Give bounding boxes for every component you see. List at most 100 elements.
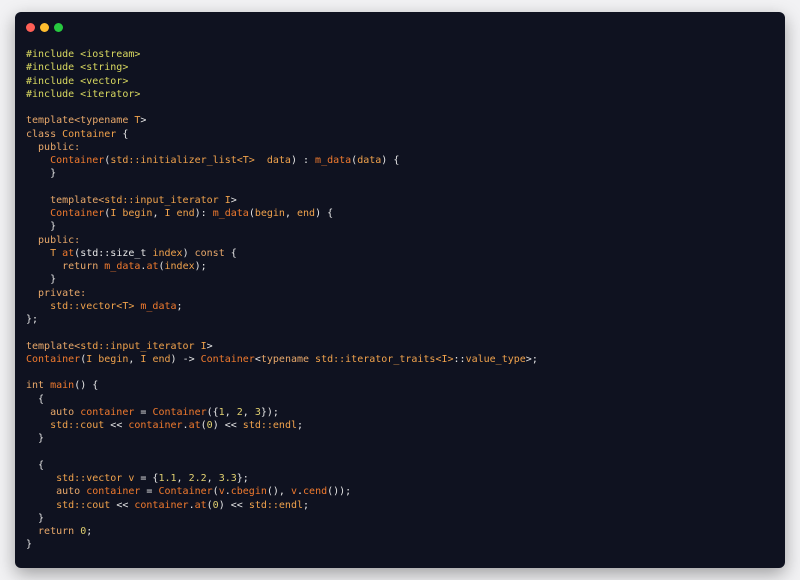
- code-token: ,: [224, 406, 237, 418]
- code-line: }: [26, 512, 775, 525]
- code-token: cend: [303, 486, 328, 498]
- code-line: std::vector<T> m_data;: [26, 300, 775, 313]
- code-token: std::initializer_list<T>: [110, 155, 255, 166]
- code-token: std::vector<T>: [26, 300, 141, 312]
- code-token: ,: [206, 473, 219, 484]
- code-line: #include <string>: [26, 61, 775, 74]
- code-line: }: [26, 273, 775, 286]
- code-editor[interactable]: #include <iostream> #include <string> #inc…: [26, 48, 775, 552]
- code-token: ,: [152, 208, 165, 219]
- code-token: ;: [296, 420, 304, 431]
- code-token: std::endl: [242, 420, 297, 431]
- code-token: ,: [242, 406, 255, 418]
- code-line: std::vector v = {1.1, 2.2, 3.3};: [26, 472, 775, 485]
- code-token: }: [26, 539, 33, 551]
- code-line: }: [26, 220, 775, 233]
- code-token: end: [297, 208, 316, 219]
- code-token: }: [26, 168, 57, 180]
- code-token: ) :: [290, 155, 316, 166]
- code-token: Container: [158, 486, 213, 498]
- code-token: public:: [26, 234, 81, 246]
- code-line: Container(std::initializer_list<T> data)…: [26, 154, 775, 167]
- code-token: = {: [134, 473, 159, 484]
- code-token: }: [26, 221, 57, 233]
- code-token: Container: [200, 353, 255, 365]
- code-token: auto: [26, 486, 87, 498]
- code-token: T: [26, 247, 63, 259]
- code-token: (),: [266, 486, 291, 498]
- code-token: public:: [26, 141, 81, 153]
- code-line: return 0;: [26, 525, 775, 538]
- code-token: ({: [206, 406, 219, 418]
- code-token: =: [140, 486, 159, 498]
- code-token: >: [206, 340, 213, 352]
- code-token: std::endl: [248, 499, 303, 511]
- code-token: Container: [26, 353, 81, 365]
- code-token: #include <iterator>: [26, 88, 141, 100]
- code-line: }: [26, 538, 775, 551]
- code-line: };: [26, 313, 775, 326]
- code-token: #include <vector>: [26, 75, 129, 87]
- code-token: {: [224, 247, 237, 259]
- code-token: template<typename: [26, 115, 135, 127]
- code-line: int main() {: [26, 379, 775, 392]
- code-token: ): [182, 247, 195, 259]
- code-line: auto container = Container({1, 2, 3});: [26, 406, 775, 419]
- code-token: at: [194, 499, 207, 511]
- code-token: ;: [303, 499, 310, 511]
- window-titlebar: [15, 12, 785, 42]
- code-token: =: [134, 406, 153, 418]
- code-token: begin: [254, 208, 285, 219]
- code-token: I end: [140, 353, 171, 365]
- code-token: private:: [26, 287, 87, 299]
- code-token: });: [260, 406, 279, 418]
- code-token: I begin: [110, 208, 153, 219]
- code-token: >: [140, 115, 147, 127]
- code-token: I end: [164, 208, 195, 219]
- code-line: std::cout << container.at(0) << std::end…: [26, 419, 775, 432]
- code-line: private:: [26, 287, 775, 300]
- code-token: const: [194, 247, 225, 259]
- code-token: >;: [525, 353, 538, 365]
- code-line: }: [26, 167, 775, 180]
- code-line: }: [26, 432, 775, 445]
- minimize-button[interactable]: [40, 23, 49, 32]
- code-token: container: [128, 420, 183, 431]
- code-token: int: [26, 380, 51, 392]
- code-token: 1.1: [158, 473, 177, 484]
- code-token: template<: [26, 340, 81, 352]
- maximize-button[interactable]: [54, 23, 63, 32]
- code-token: template<: [26, 194, 105, 206]
- close-button[interactable]: [26, 23, 35, 32]
- code-token: ,: [176, 473, 189, 484]
- code-token: #include <iostream>: [26, 49, 141, 60]
- code-token: ) <<: [218, 499, 249, 511]
- code-token: m_data: [104, 261, 141, 272]
- code-token: 2.2: [188, 473, 207, 484]
- code-line: template<typename T>: [26, 114, 775, 127]
- code-token: 3.3: [218, 473, 237, 484]
- code-token: at: [188, 420, 201, 431]
- code-token: m_data: [212, 208, 249, 219]
- code-token: ,: [128, 353, 141, 365]
- code-token: };: [236, 473, 249, 484]
- code-token: }: [26, 274, 57, 286]
- code-token: }: [26, 512, 45, 524]
- code-token: at: [62, 247, 75, 259]
- code-token: ;: [86, 526, 93, 537]
- code-token: std::cout: [26, 420, 111, 431]
- code-token: ) <<: [212, 420, 243, 431]
- code-token: };: [26, 314, 39, 325]
- code-token: value_type: [465, 353, 526, 365]
- code-line: auto container = Container(v.cbegin(), v…: [26, 485, 775, 498]
- code-token: {: [26, 459, 45, 471]
- code-line: public:: [26, 234, 775, 247]
- code-token: return: [26, 261, 105, 272]
- code-token: ());: [327, 486, 352, 498]
- code-line: #include <vector>: [26, 75, 775, 88]
- code-token: auto: [26, 406, 81, 418]
- code-token: }: [26, 433, 45, 445]
- code-token: ,: [284, 208, 297, 219]
